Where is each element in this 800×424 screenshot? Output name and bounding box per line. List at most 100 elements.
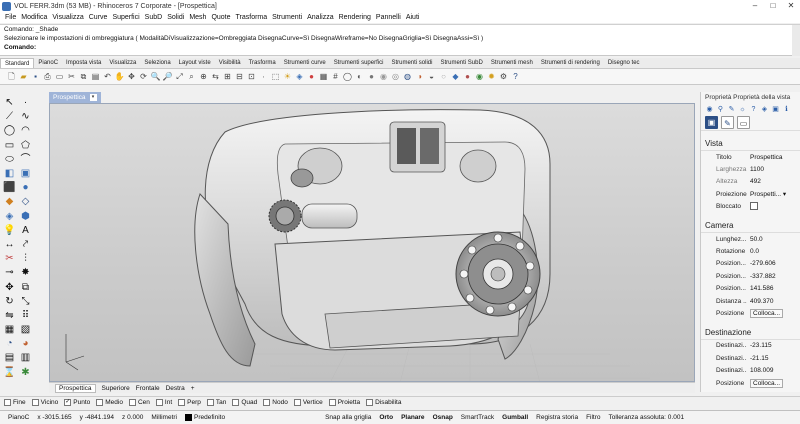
color-icon[interactable]: ●: [306, 71, 317, 82]
viewport-layout-icon[interactable]: ⊞: [222, 71, 233, 82]
xray-icon[interactable]: ◎: [390, 71, 401, 82]
leader-icon[interactable]: ⤤: [19, 239, 32, 251]
circle-icon[interactable]: ◯: [3, 125, 16, 137]
osnap-checkbox[interactable]: [263, 399, 271, 406]
explode-icon[interactable]: ✸: [19, 267, 32, 279]
boolean-diff-icon[interactable]: ◇: [19, 196, 32, 208]
text-tool-icon[interactable]: A: [19, 225, 32, 237]
page-icon[interactable]: ▭: [54, 71, 65, 82]
command-scrollbar[interactable]: [792, 25, 800, 56]
paste-icon[interactable]: ▤: [90, 71, 101, 82]
zoom-all-icon[interactable]: ⊕: [198, 71, 209, 82]
osnap-checkbox[interactable]: [206, 399, 214, 406]
tab-strumenti-solidi[interactable]: Strumenti solidi: [387, 58, 436, 68]
menu-analizza[interactable]: Analizza: [307, 14, 333, 21]
osnap-checkbox[interactable]: [4, 399, 11, 406]
sphere-icon[interactable]: ●: [19, 182, 32, 194]
new-file-icon[interactable]: 🗋: [6, 71, 17, 82]
menu-curve[interactable]: Curve: [89, 14, 108, 21]
curve-icon[interactable]: ∿: [19, 111, 32, 123]
menu-rendering[interactable]: Rendering: [339, 14, 371, 21]
tab-visualizza[interactable]: Visualizza: [105, 58, 140, 68]
undo-view-icon[interactable]: ⇆: [210, 71, 221, 82]
point-tool-icon[interactable]: ·: [19, 97, 32, 109]
status-layer[interactable]: Predefinito: [184, 413, 225, 421]
select-arrow-icon[interactable]: ↖: [3, 97, 16, 109]
move-icon[interactable]: ✥: [126, 71, 137, 82]
subd-icon[interactable]: ⬢: [19, 211, 32, 223]
block-icon[interactable]: ▧: [19, 324, 32, 336]
object-properties-icon[interactable]: ◉: [705, 105, 714, 114]
planare-toggle[interactable]: Planare: [401, 414, 425, 421]
tab-disegno-tecnico[interactable]: Disegno tec: [604, 58, 644, 68]
shaded-icon[interactable]: ◐: [354, 71, 365, 82]
menu-subd[interactable]: SubD: [145, 14, 163, 21]
command-prompt[interactable]: Comando:: [0, 43, 800, 52]
gumball-toggle[interactable]: Gumball: [502, 414, 528, 421]
extrude-icon[interactable]: ▣: [19, 168, 32, 180]
osnap-item[interactable]: Vicino: [31, 399, 58, 406]
drafting-icon[interactable]: ▥: [19, 352, 32, 364]
zoom-icon[interactable]: 🔍: [150, 71, 161, 82]
surface-icon[interactable]: ◧: [3, 168, 16, 180]
osnap-checkbox[interactable]: [366, 399, 374, 406]
help-props-icon[interactable]: ?: [749, 105, 758, 114]
tab-pianoc[interactable]: PianoC: [34, 58, 62, 68]
open-file-icon[interactable]: ▰: [18, 71, 29, 82]
tab-trasforma[interactable]: Trasforma: [245, 58, 280, 68]
properties-panel-header[interactable]: Proprietà Proprietà della vista: [701, 92, 800, 103]
arc-icon[interactable]: ◠: [19, 125, 32, 137]
copy-icon[interactable]: ⧉: [78, 71, 89, 82]
polygon-icon[interactable]: ⬠: [19, 140, 32, 152]
osnap-item[interactable]: Nodo: [263, 399, 288, 406]
tab-imposta-vista[interactable]: Imposta vista: [62, 58, 105, 68]
prop-value[interactable]: 409.370: [747, 298, 800, 305]
orto-toggle[interactable]: Orto: [379, 414, 393, 421]
save-icon[interactable]: ▪: [30, 71, 41, 82]
prop-value[interactable]: -21.15: [747, 355, 800, 362]
menu-superfici[interactable]: Superfici: [112, 14, 139, 21]
ghosted-icon[interactable]: ◉: [378, 71, 389, 82]
tab-strumenti-curve[interactable]: Strumenti curve: [280, 58, 330, 68]
properties-icon[interactable]: ▦: [318, 71, 329, 82]
light-tool-icon[interactable]: 💡: [3, 225, 16, 237]
rotate-view-icon[interactable]: ⟳: [138, 71, 149, 82]
menu-pannelli[interactable]: Pannelli: [376, 14, 401, 21]
four-views-icon[interactable]: ⊟: [234, 71, 245, 82]
filter-toggle[interactable]: Filtro: [586, 414, 600, 421]
tab-strumenti-mesh[interactable]: Strumenti mesh: [487, 58, 537, 68]
group-icon[interactable]: ▦: [3, 324, 16, 336]
menu-strumenti[interactable]: Strumenti: [272, 14, 302, 21]
menu-mesh[interactable]: Mesh: [189, 14, 206, 21]
prop-value[interactable]: -23.115: [747, 342, 800, 349]
prop-value[interactable]: -337.882: [747, 273, 800, 280]
rendered-icon[interactable]: ●: [366, 71, 377, 82]
prop-value[interactable]: 141.586: [747, 285, 800, 292]
osnap-checkbox[interactable]: ✓: [64, 399, 72, 406]
tab-strumenti-rendering[interactable]: Strumenti di rendering: [537, 58, 604, 68]
help-icon[interactable]: ?: [510, 71, 521, 82]
section-vista[interactable]: Vista: [701, 137, 800, 151]
osnap-item[interactable]: Proietta: [328, 399, 360, 406]
rectangle-icon[interactable]: ▭: [3, 140, 16, 152]
info-props-icon[interactable]: ℹ: [782, 105, 791, 114]
rotate-tool-icon[interactable]: ↻: [3, 296, 16, 308]
add-viewport-tab-button[interactable]: +: [191, 385, 195, 392]
fillet-curve-icon[interactable]: ⌒: [19, 154, 32, 166]
join-icon[interactable]: ⊸: [3, 267, 16, 279]
osnap-checkbox[interactable]: [328, 399, 336, 406]
status-cplane[interactable]: PianoC: [8, 414, 29, 421]
history-icon[interactable]: ⌛: [3, 367, 16, 379]
prop-value[interactable]: Prospettica: [747, 154, 800, 161]
viewport-title-tab[interactable]: Prospettica ▾: [49, 92, 101, 103]
status-units[interactable]: Millimetri: [151, 414, 177, 421]
osnap-checkbox[interactable]: [96, 399, 104, 406]
scale-tool-icon[interactable]: ⤡: [19, 296, 32, 308]
menu-trasforma[interactable]: Trasforma: [236, 14, 268, 21]
copy-tool-icon[interactable]: ⧉: [19, 282, 32, 294]
record-history-toggle[interactable]: Registra storia: [536, 414, 578, 421]
prop-value[interactable]: -279.606: [747, 260, 800, 267]
osnap-checkbox[interactable]: [128, 399, 136, 406]
options-icon[interactable]: ⚙: [498, 71, 509, 82]
prop-value[interactable]: 0.0: [747, 248, 800, 255]
